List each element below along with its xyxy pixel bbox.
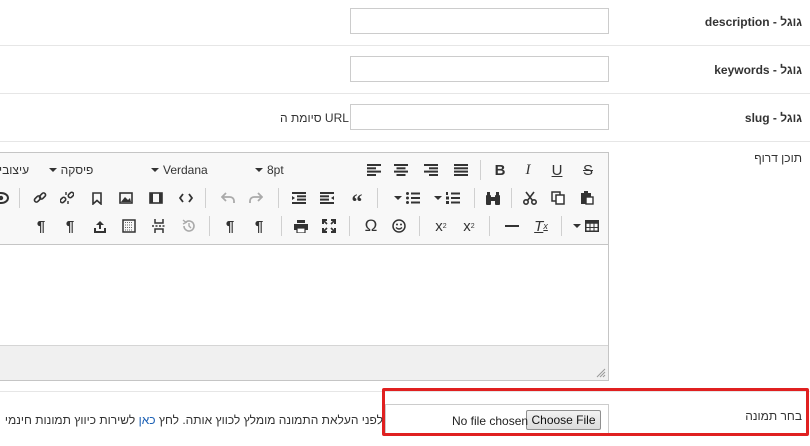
- numbered-list-icon: [446, 192, 460, 204]
- redo-icon[interactable]: [244, 187, 268, 209]
- toolbar-separator: [278, 188, 279, 208]
- toolbar-separator: [474, 188, 475, 208]
- row-divider: [0, 93, 810, 94]
- toolbar-separator: [377, 188, 378, 208]
- font-size-dropdown[interactable]: 8pt: [251, 159, 291, 181]
- format-dropdown-label: פיסקה: [60, 163, 94, 177]
- toolbar-separator: [19, 188, 20, 208]
- chevron-down-icon: [48, 168, 57, 172]
- chevron-down-icon: [151, 168, 159, 172]
- styles-dropdown-label: עיצובי: [0, 163, 30, 177]
- rich-text-editor: עיצובי פיסקה Verdana 8pt B I U S “ ¶ ¶ ¶…: [0, 152, 609, 381]
- format-dropdown[interactable]: פיסקה: [43, 159, 95, 181]
- chevron-down-icon: [255, 168, 263, 172]
- special-char-icon[interactable]: Ω: [359, 215, 383, 237]
- align-right-icon[interactable]: [419, 159, 443, 181]
- toolbar-separator: [419, 216, 420, 236]
- page-break-icon[interactable]: [147, 215, 171, 237]
- editor-content-area[interactable]: [0, 245, 608, 345]
- media-icon[interactable]: [144, 187, 168, 209]
- bold-icon[interactable]: B: [488, 159, 512, 181]
- keywords-label: גוגל - keywords: [714, 63, 802, 77]
- ltr-icon[interactable]: ¶: [218, 215, 242, 237]
- hint-prefix: לפני העלאת התמונה מומלץ לכווץ אותה. לחץ: [158, 413, 383, 427]
- toolbar-separator: [205, 188, 206, 208]
- styles-dropdown[interactable]: עיצובי: [0, 159, 33, 181]
- paragraph-icon[interactable]: ¶: [29, 215, 53, 237]
- content-label: תוכן דרוף: [754, 151, 802, 165]
- copy-icon[interactable]: [546, 187, 570, 209]
- row-divider: [0, 45, 810, 46]
- keywords-input[interactable]: [350, 56, 609, 82]
- compress-hint: לפני העלאת התמונה מומלץ לכווץ אותה. לחץ …: [5, 413, 383, 427]
- image-icon[interactable]: [114, 187, 138, 209]
- fullscreen-icon[interactable]: [317, 215, 341, 237]
- chevron-down-icon: [434, 196, 442, 200]
- clear-format-icon[interactable]: Tx: [529, 215, 553, 237]
- toolbar-separator: [480, 160, 481, 180]
- template-icon[interactable]: [117, 215, 141, 237]
- url-suffix-label: סיומת ה URL: [280, 111, 349, 125]
- table-icon: [585, 220, 599, 232]
- slug-label: גוגל - slug: [744, 111, 802, 125]
- paste-icon[interactable]: [575, 187, 599, 209]
- undo-icon[interactable]: [216, 187, 240, 209]
- blockquote-icon[interactable]: “: [345, 187, 369, 214]
- font-family-label: Verdana: [163, 163, 208, 177]
- editor-status-bar: [0, 345, 608, 380]
- horizontal-rule-icon[interactable]: [500, 215, 524, 237]
- resize-handle-icon[interactable]: [596, 368, 606, 378]
- superscript-icon[interactable]: x2: [457, 215, 481, 237]
- cut-icon[interactable]: [518, 187, 542, 209]
- code-icon[interactable]: [174, 187, 198, 209]
- align-center-icon[interactable]: [389, 159, 413, 181]
- slug-input[interactable]: [350, 104, 609, 130]
- outdent-icon[interactable]: [287, 187, 311, 209]
- upload-icon[interactable]: [88, 215, 112, 237]
- chevron-down-icon: [573, 224, 581, 228]
- table-button[interactable]: [567, 215, 601, 237]
- chevron-down-icon: [394, 196, 402, 200]
- strikethrough-icon[interactable]: S: [576, 159, 600, 181]
- toolbar-separator: [489, 216, 490, 236]
- unlink-icon[interactable]: [55, 187, 79, 209]
- find-replace-icon[interactable]: [481, 187, 505, 209]
- toolbar-separator: [281, 216, 282, 236]
- emoticon-icon[interactable]: [387, 215, 411, 237]
- bullet-list-icon: [406, 192, 420, 204]
- print-icon[interactable]: [289, 215, 313, 237]
- justify-icon[interactable]: [449, 159, 473, 181]
- subscript-icon[interactable]: x2: [429, 215, 453, 237]
- font-size-label: 8pt: [267, 163, 284, 177]
- row-divider: [0, 141, 810, 142]
- editor-toolbar: עיצובי פיסקה Verdana 8pt B I U S “ ¶ ¶ ¶…: [0, 153, 608, 245]
- toolbar-separator: [209, 216, 210, 236]
- link-icon[interactable]: [28, 187, 52, 209]
- description-input[interactable]: [350, 8, 609, 34]
- underline-icon[interactable]: U: [545, 159, 569, 181]
- highlight-box: [382, 388, 809, 436]
- preview-icon[interactable]: [0, 187, 13, 209]
- description-label: גוגל - description: [704, 15, 802, 29]
- toolbar-separator: [561, 216, 562, 236]
- bookmark-icon[interactable]: [85, 187, 109, 209]
- rtl-icon[interactable]: ¶: [247, 215, 271, 237]
- numbered-list-button[interactable]: [427, 187, 463, 209]
- bullet-list-button[interactable]: [385, 187, 425, 209]
- align-left-icon[interactable]: [362, 159, 386, 181]
- indent-icon[interactable]: [315, 187, 339, 209]
- italic-icon[interactable]: I: [516, 159, 540, 181]
- pilcrow-icon[interactable]: ¶: [58, 215, 82, 237]
- font-family-dropdown[interactable]: Verdana: [147, 159, 211, 181]
- toolbar-separator: [349, 216, 350, 236]
- hint-suffix: לשירות כיווץ תמונות חינמי: [4, 413, 136, 427]
- compress-service-link[interactable]: כאן: [139, 413, 156, 427]
- restore-icon[interactable]: [177, 215, 201, 237]
- toolbar-separator: [511, 188, 512, 208]
